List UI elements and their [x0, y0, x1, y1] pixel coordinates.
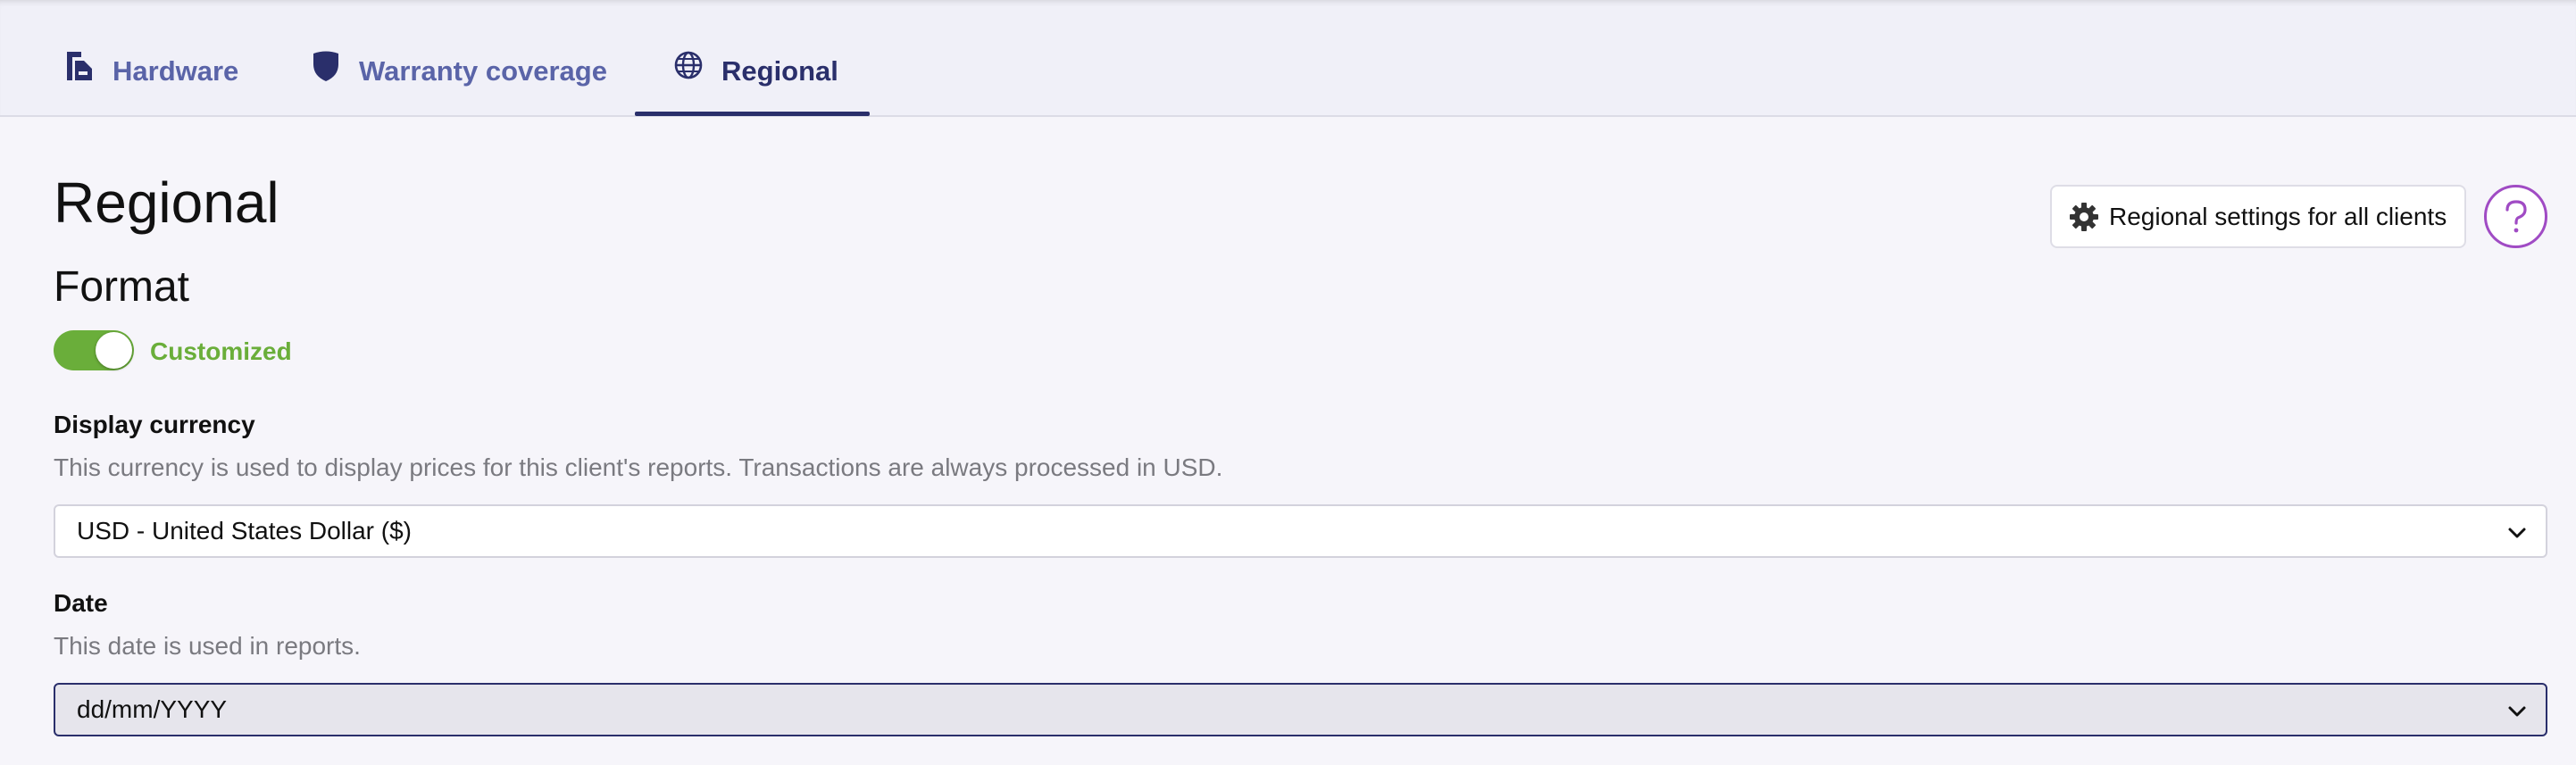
question-icon [2502, 199, 2530, 235]
tab-regional[interactable]: Regional [673, 39, 838, 117]
date-format-value: dd/mm/YYYY [77, 695, 228, 723]
date-description: This date is used in reports. [54, 632, 361, 660]
active-tab-indicator [635, 112, 870, 116]
hardware-icon [64, 50, 95, 82]
chevron-down-icon [2506, 701, 2528, 722]
format-customized-toggle[interactable] [54, 330, 134, 370]
display-currency-description: This currency is used to display prices … [54, 453, 1223, 481]
display-currency-value: USD - United States Dollar ($) [77, 517, 413, 545]
gear-icon [2068, 201, 2100, 233]
tab-hardware-label: Hardware [113, 55, 239, 87]
regional-settings-all-clients-button[interactable]: Regional settings for all clients [2050, 185, 2466, 248]
display-currency-label: Display currency [54, 411, 255, 438]
tab-hardware[interactable]: Hardware [64, 39, 238, 117]
date-format-select[interactable]: dd/mm/YYYY [54, 683, 2547, 736]
display-currency-select[interactable]: USD - United States Dollar ($) [54, 504, 2547, 558]
toggle-knob [96, 332, 132, 369]
tab-bar: Hardware Warranty coverage Regional [0, 0, 2576, 117]
tab-warranty-coverage-label: Warranty coverage [359, 55, 607, 87]
tab-regional-label: Regional [721, 55, 838, 87]
globe-icon [673, 50, 704, 82]
toggle-label: Customized [150, 337, 292, 365]
regional-settings-label: Regional settings for all clients [2109, 202, 2447, 230]
help-button[interactable] [2484, 185, 2547, 248]
shield-icon [311, 50, 341, 82]
chevron-down-icon [2506, 522, 2528, 544]
page-title: Regional [54, 170, 279, 235]
format-heading: Format [54, 263, 190, 311]
tab-warranty-coverage[interactable]: Warranty coverage [311, 39, 607, 117]
date-label: Date [54, 589, 108, 617]
